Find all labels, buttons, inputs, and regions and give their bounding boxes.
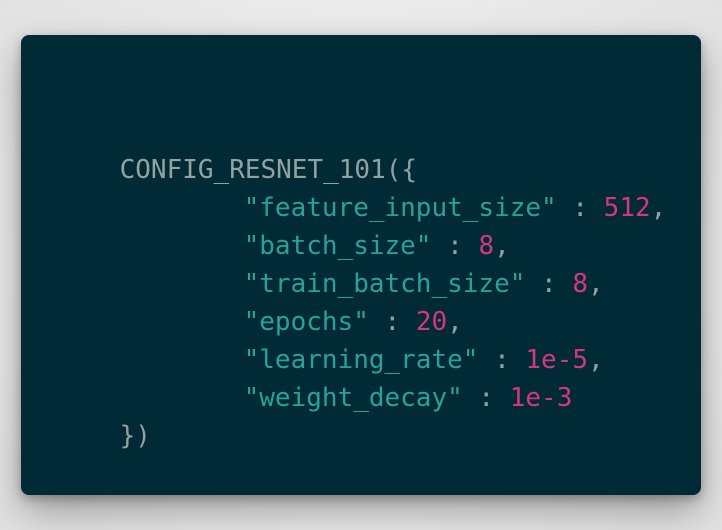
entry-separator: : [431, 231, 479, 261]
function-call-close: }) [119, 421, 151, 451]
entry-value: 1e-5 [525, 345, 589, 375]
entry-value: 1e-3 [509, 383, 573, 413]
entry-comma: , [494, 231, 510, 261]
entry-separator: : [478, 345, 526, 375]
entry-comma: , [588, 345, 604, 375]
function-call-open: CONFIG_RESNET_101({ [119, 155, 418, 185]
entry-key: "learning_rate" [243, 345, 479, 375]
entry-separator: : [462, 383, 510, 413]
entry-comma: , [588, 269, 604, 299]
entry-key: "train_batch_size" [243, 269, 526, 299]
entry-separator: : [368, 307, 416, 337]
entry-key: "feature_input_size" [243, 193, 557, 223]
entry-comma: , [447, 307, 463, 337]
entry-separator: : [556, 193, 604, 223]
entry-value: 8 [478, 231, 495, 261]
entry-separator: : [525, 269, 573, 299]
entry-key: "epochs" [243, 307, 369, 337]
entry-value: 8 [572, 269, 589, 299]
entry-value: 512 [603, 193, 651, 223]
entry-key: "batch_size" [243, 231, 432, 261]
entry-key: "weight_decay" [243, 383, 463, 413]
entry-value: 20 [415, 307, 448, 337]
entry-comma: , [650, 193, 667, 223]
code-block: CONFIG_RESNET_101({ "feature_input_size"… [21, 35, 701, 495]
code-line-open: CONFIG_RESNET_101({ [57, 113, 701, 185]
